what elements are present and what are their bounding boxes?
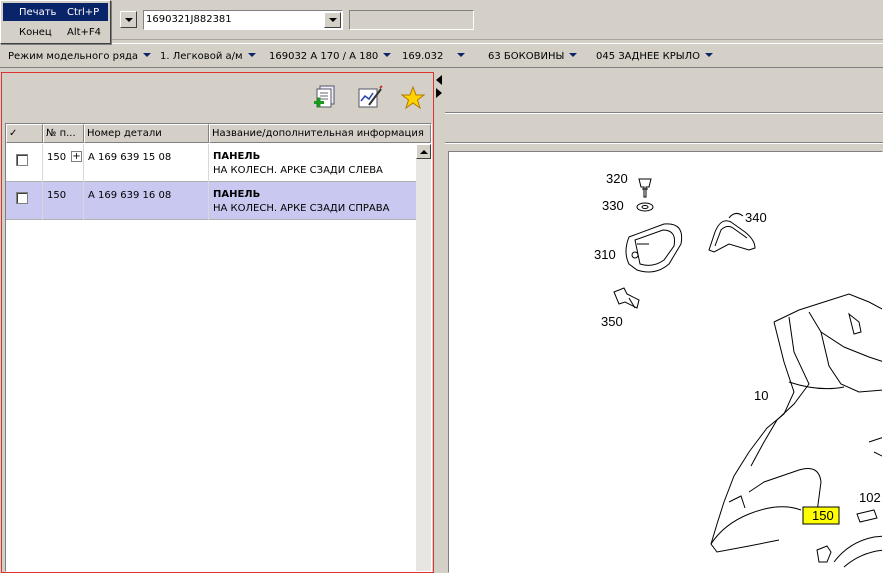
cell-position: 150 bbox=[43, 182, 84, 220]
extra-field[interactable] bbox=[349, 10, 474, 30]
panel-splitter[interactable] bbox=[435, 72, 445, 573]
edit-notes-icon[interactable] bbox=[355, 83, 385, 113]
breadcrumb-item[interactable]: 169032 A 170 / A 180 bbox=[269, 51, 392, 62]
cell-check bbox=[6, 182, 43, 220]
callout-150[interactable]: 150 bbox=[812, 508, 834, 523]
chevron-down-icon bbox=[124, 17, 133, 22]
menu-item-label: Печать bbox=[19, 6, 57, 18]
menu-item-shortcut: Alt+F4 bbox=[67, 26, 102, 38]
model-dropdown-button[interactable] bbox=[120, 11, 137, 28]
drawing-linework bbox=[613, 178, 882, 568]
cell-position: 150 + bbox=[43, 144, 84, 182]
breadcrumb-label: 1. Легковой а/м bbox=[160, 51, 243, 62]
breadcrumb-label: 169032 A 170 / A 180 bbox=[269, 51, 379, 62]
cell-check bbox=[6, 144, 43, 182]
part-description: НА КОЛЕСН. АРКЕ СЗАДИ СПРАВА bbox=[213, 203, 390, 214]
position-number: 150 bbox=[47, 190, 67, 201]
menu-item-shortcut: Ctrl+P bbox=[67, 6, 100, 18]
part-name: ПАНЕЛЬ bbox=[213, 189, 261, 200]
cell-part-number: A 169 639 15 08 bbox=[84, 144, 209, 182]
part-name: ПАНЕЛЬ bbox=[213, 151, 261, 162]
parts-drawing[interactable]: 320 330 340 310 350 10 102 150 110 bbox=[448, 151, 883, 573]
breadcrumb-label: 169.032 bbox=[402, 51, 444, 62]
parts-list-panel: ✓ № п... Номер детали Название/дополните… bbox=[1, 72, 434, 573]
callout-340[interactable]: 340 bbox=[745, 210, 767, 225]
position-number: 150 bbox=[47, 152, 67, 163]
chevron-down-icon bbox=[328, 18, 337, 22]
part-description: НА КОЛЕСН. АРКЕ СЗАДИ СЛЕВА bbox=[213, 165, 383, 176]
callout-330[interactable]: 330 bbox=[602, 198, 624, 213]
vin-value: 1690321J882381 bbox=[146, 14, 232, 25]
breadcrumb-item[interactable]: 1. Легковой а/м bbox=[160, 51, 256, 62]
drawing-panel: 320 330 340 310 350 10 102 150 110 bbox=[445, 72, 883, 573]
scroll-up-button[interactable] bbox=[416, 144, 431, 159]
chevron-down-icon bbox=[383, 53, 392, 57]
chevron-down-icon bbox=[247, 53, 256, 57]
chevron-down-icon bbox=[569, 53, 578, 57]
cell-part-number: A 169 639 16 08 bbox=[84, 182, 209, 220]
callout-310[interactable]: 310 bbox=[594, 247, 616, 262]
column-header-part-number[interactable]: Номер детали bbox=[84, 124, 209, 143]
part-number: A 169 639 16 08 bbox=[88, 190, 172, 201]
chevron-up-icon bbox=[419, 149, 428, 154]
row-checkbox[interactable] bbox=[16, 192, 28, 204]
breadcrumb-item[interactable]: Режим модельного ряда bbox=[8, 51, 152, 62]
favorite-star-icon[interactable] bbox=[398, 83, 428, 113]
callout-110[interactable]: 110 bbox=[804, 569, 825, 573]
menu-item-label: Конец bbox=[19, 26, 52, 38]
cell-name: ПАНЕЛЬ НА КОЛЕСН. АРКЕ СЗАДИ СЛЕВА bbox=[209, 144, 416, 182]
parts-toolbar bbox=[2, 73, 433, 121]
callout-102[interactable]: 102 bbox=[859, 490, 881, 505]
column-header-name[interactable]: Название/дополнительная информация bbox=[209, 124, 431, 143]
chevron-down-icon bbox=[705, 53, 714, 57]
table-row[interactable]: 150 + A 169 639 15 08 ПАНЕЛЬ НА КОЛЕСН. … bbox=[6, 144, 416, 182]
vin-combo[interactable]: 1690321J882381 bbox=[143, 10, 343, 30]
menu-item-print[interactable]: Печать Ctrl+P bbox=[3, 3, 108, 21]
expand-right-icon[interactable] bbox=[436, 88, 442, 98]
collapse-left-icon[interactable] bbox=[436, 75, 442, 85]
top-toolbar: 1690321J882381 bbox=[0, 0, 883, 40]
file-menu: Печать Ctrl+P Конец Alt+F4 bbox=[0, 0, 111, 44]
parts-table: ✓ № п... Номер детали Название/дополните… bbox=[5, 123, 432, 572]
column-header-position[interactable]: № п... bbox=[43, 124, 84, 143]
breadcrumb-label: Режим модельного ряда bbox=[8, 51, 139, 62]
cell-name: ПАНЕЛЬ НА КОЛЕСН. АРКЕ СЗАДИ СПРАВА bbox=[209, 182, 416, 220]
column-header-check[interactable]: ✓ bbox=[6, 124, 43, 143]
callout-320[interactable]: 320 bbox=[606, 171, 628, 186]
breadcrumb-item[interactable]: 63 БОКОВИНЫ bbox=[488, 51, 578, 62]
divider bbox=[445, 142, 883, 144]
vin-dropdown-button[interactable] bbox=[324, 12, 341, 28]
table-row[interactable]: 150 A 169 639 16 08 ПАНЕЛЬ НА КОЛЕСН. АР… bbox=[6, 182, 416, 220]
breadcrumb: Режим модельного ряда 1. Легковой а/м 16… bbox=[0, 43, 883, 68]
callout-10[interactable]: 10 bbox=[754, 388, 768, 403]
row-checkbox[interactable] bbox=[16, 154, 28, 166]
chevron-down-icon bbox=[143, 53, 152, 57]
part-number: A 169 639 15 08 bbox=[88, 152, 172, 163]
drawing-canvas: 320 330 340 310 350 10 102 150 110 bbox=[594, 171, 882, 573]
callout-350[interactable]: 350 bbox=[601, 314, 623, 329]
add-to-list-icon[interactable] bbox=[310, 83, 340, 113]
breadcrumb-item[interactable]: 045 ЗАДНЕЕ КРЫЛО bbox=[596, 51, 714, 62]
vertical-scrollbar[interactable] bbox=[416, 144, 431, 571]
breadcrumb-label: 045 ЗАДНЕЕ КРЫЛО bbox=[596, 51, 701, 62]
breadcrumb-item[interactable]: 169.032 bbox=[402, 51, 466, 62]
expand-icon[interactable]: + bbox=[71, 151, 82, 162]
divider bbox=[445, 112, 883, 114]
chevron-down-icon bbox=[457, 53, 466, 57]
table-header: ✓ № п... Номер детали Название/дополните… bbox=[6, 124, 431, 143]
breadcrumb-label: 63 БОКОВИНЫ bbox=[488, 51, 565, 62]
menu-item-exit[interactable]: Конец Alt+F4 bbox=[3, 23, 108, 41]
